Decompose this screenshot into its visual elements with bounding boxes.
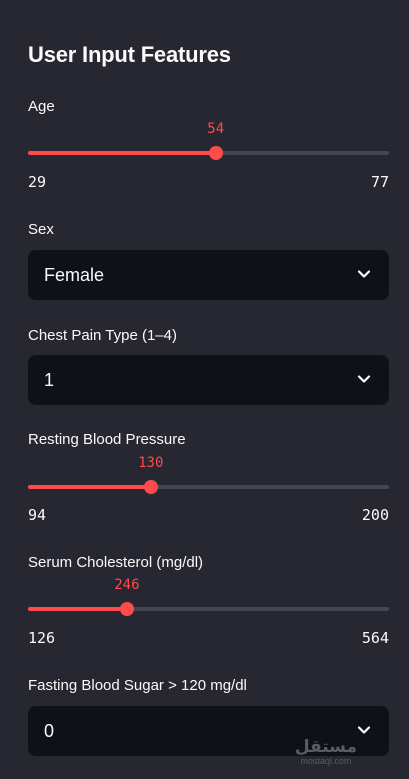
watermark-latin: mostaql.com <box>300 756 352 766</box>
chevron-down-icon <box>357 270 371 278</box>
resting-bp-min: 94 <box>28 506 47 524</box>
age-slider-thumb[interactable] <box>208 146 223 160</box>
age-min: 29 <box>28 173 47 191</box>
chest-pain-label: Chest Pain Type (1–4) <box>28 327 177 344</box>
chevron-down-icon <box>357 726 371 734</box>
fasting-bs-select-value: 0 <box>44 721 55 741</box>
age-slider-fill <box>28 151 216 155</box>
cholesterol-min: 126 <box>28 629 56 647</box>
resting-bp-slider[interactable]: 130 <box>28 455 389 494</box>
fasting-bs-label: Fasting Blood Sugar > 120 mg/dl <box>28 677 247 694</box>
chevron-down-icon <box>357 375 371 383</box>
sex-select[interactable]: Female <box>28 250 389 300</box>
age-slider-value: 54 <box>207 121 225 137</box>
cholesterol-slider-value: 246 <box>114 577 140 593</box>
cholesterol-slider[interactable]: 246 <box>28 577 389 616</box>
sex-label: Sex <box>28 221 54 238</box>
chest-pain-select[interactable]: 1 <box>28 355 389 405</box>
cholesterol-slider-thumb[interactable] <box>119 602 134 616</box>
age-slider[interactable]: 54 <box>28 121 389 160</box>
watermark-arabic: مستقل <box>294 737 357 756</box>
age-label: Age <box>28 98 55 115</box>
resting-bp-slider-fill <box>28 485 151 489</box>
watermark-logo: مستقل mostaql.com <box>294 737 357 767</box>
age-max: 77 <box>370 173 389 191</box>
sex-select-value: Female <box>44 265 105 285</box>
chest-pain-select-value: 1 <box>44 370 55 390</box>
cholesterol-label: Serum Cholesterol (mg/dl) <box>28 554 204 571</box>
sidebar-header: User Input Features <box>28 42 231 67</box>
cholesterol-slider-fill <box>28 607 127 611</box>
resting-bp-max: 200 <box>361 506 389 524</box>
resting-bp-label: Resting Blood Pressure <box>28 431 186 448</box>
resting-bp-slider-thumb[interactable] <box>143 480 158 494</box>
resting-bp-slider-value: 130 <box>138 455 164 471</box>
sidebar: User Input Features Age 54 29 77 Sex Fem… <box>0 0 409 779</box>
cholesterol-max: 564 <box>361 629 389 647</box>
